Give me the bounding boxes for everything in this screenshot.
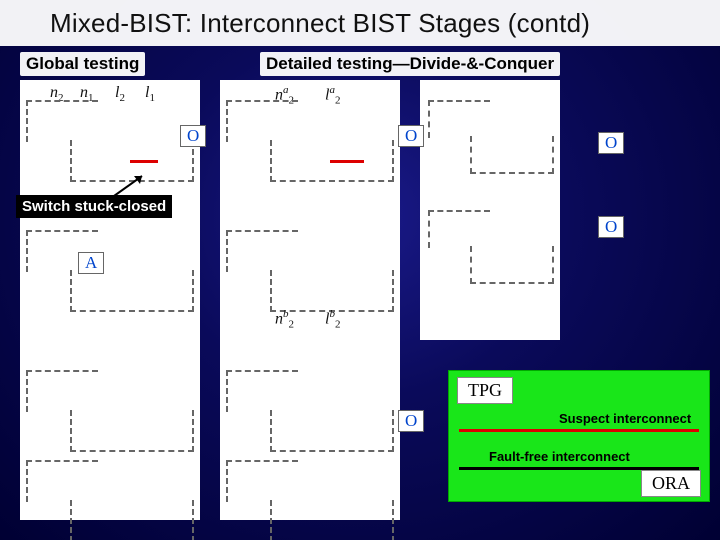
route-segment xyxy=(270,410,394,452)
route-segment xyxy=(226,100,298,142)
var-l2b: lb2 xyxy=(325,308,340,331)
badge-o-4: O xyxy=(598,216,624,238)
route-segment xyxy=(70,500,194,540)
badge-o-5: O xyxy=(398,410,424,432)
route-segment xyxy=(226,370,298,412)
subhead-detailed-testing: Detailed testing—Divide-&-Conquer xyxy=(260,52,560,76)
route-segment xyxy=(26,370,98,412)
route-segment xyxy=(270,270,394,312)
route-segment xyxy=(26,460,98,502)
route-segment xyxy=(26,100,98,142)
route-segment xyxy=(70,410,194,452)
fault-marker xyxy=(330,160,364,163)
legend-faultfree-label: Fault-free interconnect xyxy=(489,449,630,464)
slide: Mixed-BIST: Interconnect BIST Stages (co… xyxy=(0,0,720,540)
badge-o-1: O xyxy=(180,125,206,147)
route-segment xyxy=(70,270,194,312)
arrow-icon xyxy=(110,170,150,200)
legend-suspect-line xyxy=(459,429,699,432)
route-segment xyxy=(470,246,554,284)
fault-marker xyxy=(130,160,158,163)
badge-a: A xyxy=(78,252,104,274)
subhead-global-testing: Global testing xyxy=(20,52,145,76)
var-l2a: la2 xyxy=(325,84,340,107)
diagram-panel-global: n2 n1 l2 l1 xyxy=(20,80,200,520)
legend-box: TPG Suspect interconnect Fault-free inte… xyxy=(448,370,710,502)
badge-o-2: O xyxy=(398,125,424,147)
legend-suspect-label: Suspect interconnect xyxy=(559,411,691,426)
slide-title: Mixed-BIST: Interconnect BIST Stages (co… xyxy=(50,8,700,39)
route-segment xyxy=(226,230,298,272)
route-segment xyxy=(428,210,490,248)
diagram-panel-detailed-b xyxy=(420,80,560,340)
diagram-panel-detailed-a: na2 la2 nb2 lb2 xyxy=(220,80,400,520)
legend-ora: ORA xyxy=(641,470,701,497)
legend-tpg: TPG xyxy=(457,377,513,404)
route-segment xyxy=(226,460,298,502)
badge-o-3: O xyxy=(598,132,624,154)
var-n2b: nb2 xyxy=(275,308,294,331)
var-l2: l2 xyxy=(115,84,125,104)
route-segment xyxy=(270,500,394,540)
route-segment xyxy=(470,136,554,174)
var-l1: l1 xyxy=(145,84,155,104)
route-segment xyxy=(428,100,490,138)
